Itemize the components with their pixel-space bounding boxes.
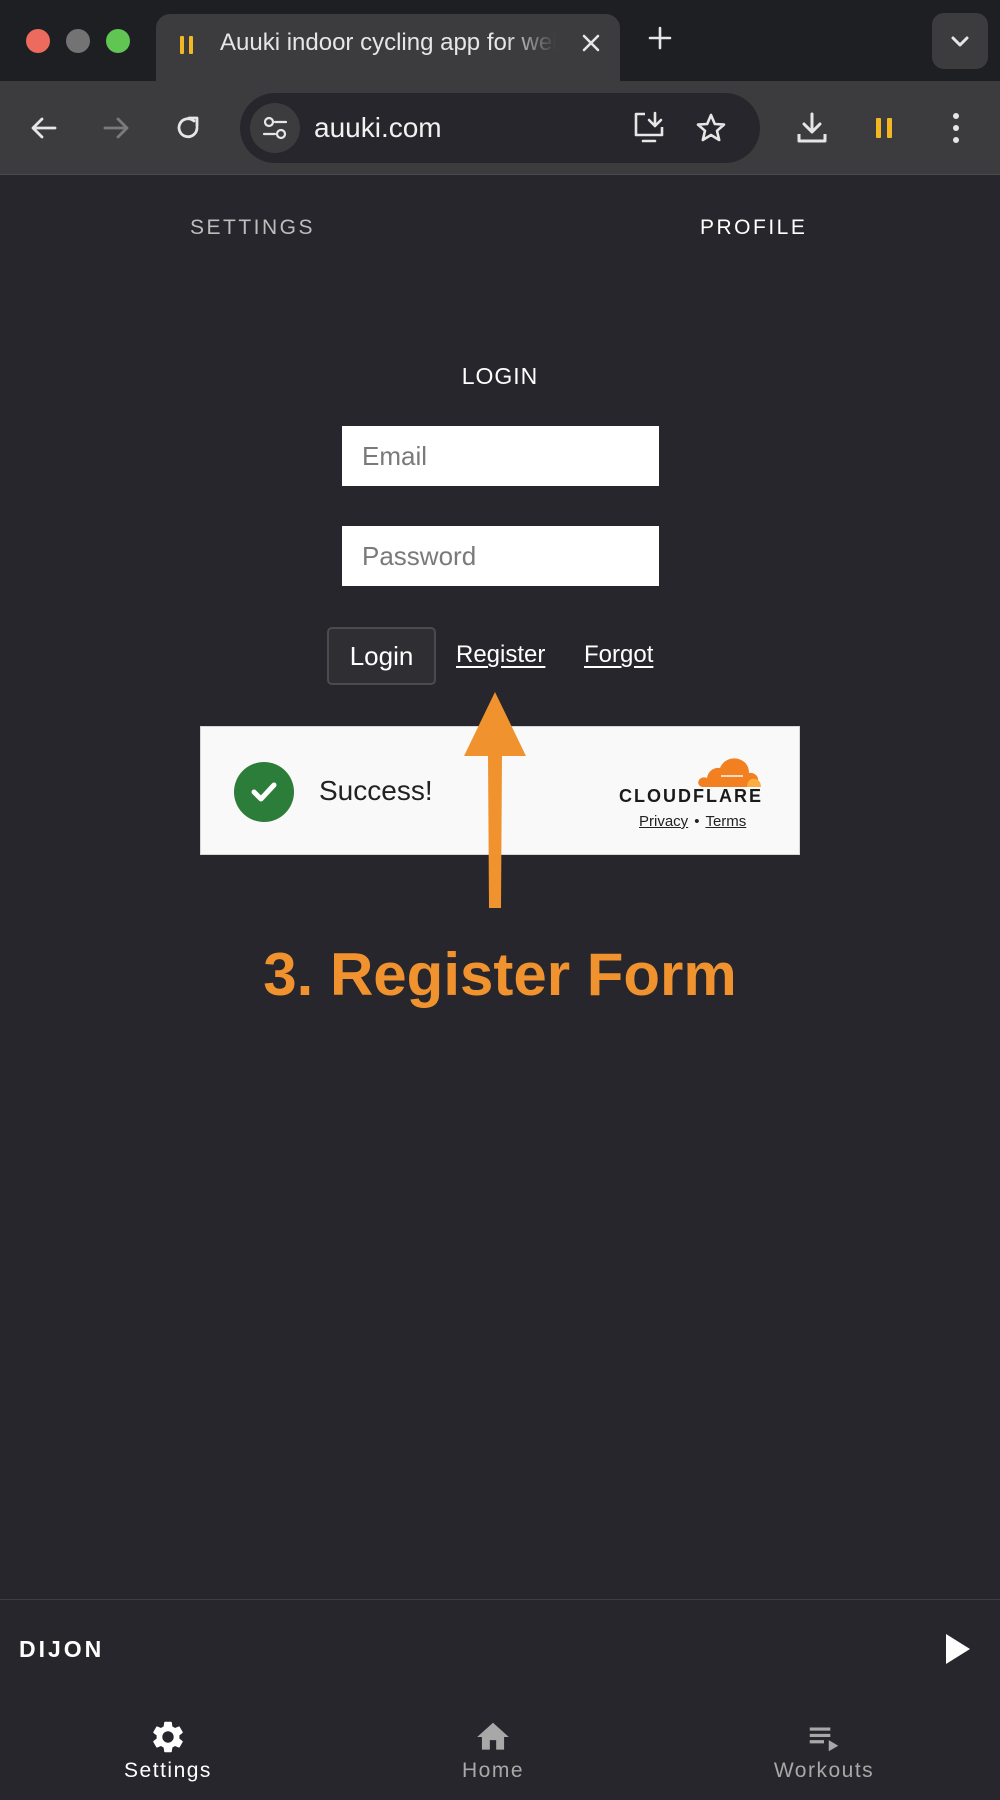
player-name: DIJON: [19, 1636, 105, 1662]
bottom-nav-settings[interactable]: Settings: [68, 1699, 268, 1800]
extension-pause-icon[interactable]: [862, 106, 906, 150]
gear-icon: [148, 1718, 188, 1756]
bottom-nav-label: Home: [461, 1759, 525, 1782]
tab-pause-favicon-icon: [178, 34, 194, 58]
back-arrow-icon[interactable]: [22, 106, 66, 150]
forgot-link[interactable]: Forgot: [584, 641, 653, 669]
playlist-icon: [804, 1718, 844, 1756]
tab-close-icon[interactable]: [576, 28, 606, 58]
login-heading: LOGIN: [461, 363, 539, 389]
cloudflare-brand-text: CLOUDFLARE: [619, 786, 763, 806]
email-input[interactable]: [342, 426, 659, 486]
browser-menu-kebab-icon[interactable]: [934, 106, 978, 150]
password-input[interactable]: [342, 526, 659, 586]
bottom-nav-label: Settings: [124, 1759, 212, 1782]
new-tab-plus-icon[interactable]: [644, 22, 676, 54]
tab-title: Auuki indoor cycling app for web: [220, 29, 556, 56]
annotation-label: 3. Register Form: [263, 941, 737, 1008]
reload-icon[interactable]: [166, 106, 210, 150]
bottom-nav-home[interactable]: Home: [393, 1699, 593, 1800]
downloads-icon[interactable]: [790, 106, 834, 150]
bottom-nav-label: Workouts: [773, 1759, 875, 1782]
annotation-up-arrow-icon: [460, 690, 530, 912]
address-bar[interactable]: auuki.com: [240, 93, 760, 163]
home-icon: [473, 1718, 513, 1756]
install-app-icon[interactable]: [630, 109, 668, 147]
top-navigation: SETTINGS PROFILE: [0, 216, 1000, 246]
window-zoom-button[interactable]: [106, 29, 130, 53]
window-close-button[interactable]: [26, 29, 50, 53]
browser-tab-bar: Auuki indoor cycling app for web: [0, 0, 1000, 81]
url-text: auuki.com: [314, 112, 442, 143]
window-minimize-button[interactable]: [66, 29, 90, 53]
login-button[interactable]: Login: [327, 627, 436, 685]
bookmark-star-icon[interactable]: [692, 109, 730, 147]
browser-toolbar: auuki.com: [0, 81, 1000, 175]
cloudflare-links: Privacy • Terms: [639, 813, 746, 830]
register-link[interactable]: Register: [456, 641, 545, 669]
bottom-nav-workouts[interactable]: Workouts: [724, 1699, 924, 1800]
success-check-icon: [234, 762, 294, 822]
terms-link[interactable]: Terms: [705, 813, 746, 830]
link-separator: •: [694, 813, 700, 830]
player-bar: DIJON: [0, 1599, 1000, 1699]
privacy-link[interactable]: Privacy: [639, 813, 688, 830]
bottom-navigation: Settings Home Workouts: [0, 1699, 1000, 1800]
forward-arrow-icon[interactable]: [94, 106, 138, 150]
nav-settings-tab[interactable]: SETTINGS: [190, 216, 315, 240]
play-icon[interactable]: [936, 1629, 976, 1669]
captcha-status-text: Success!: [319, 775, 433, 806]
tab-search-menu-button[interactable]: [932, 13, 988, 69]
browser-tab[interactable]: Auuki indoor cycling app for web: [156, 14, 620, 81]
nav-profile-tab[interactable]: PROFILE: [700, 216, 807, 240]
site-settings-tune-icon[interactable]: [250, 103, 300, 153]
